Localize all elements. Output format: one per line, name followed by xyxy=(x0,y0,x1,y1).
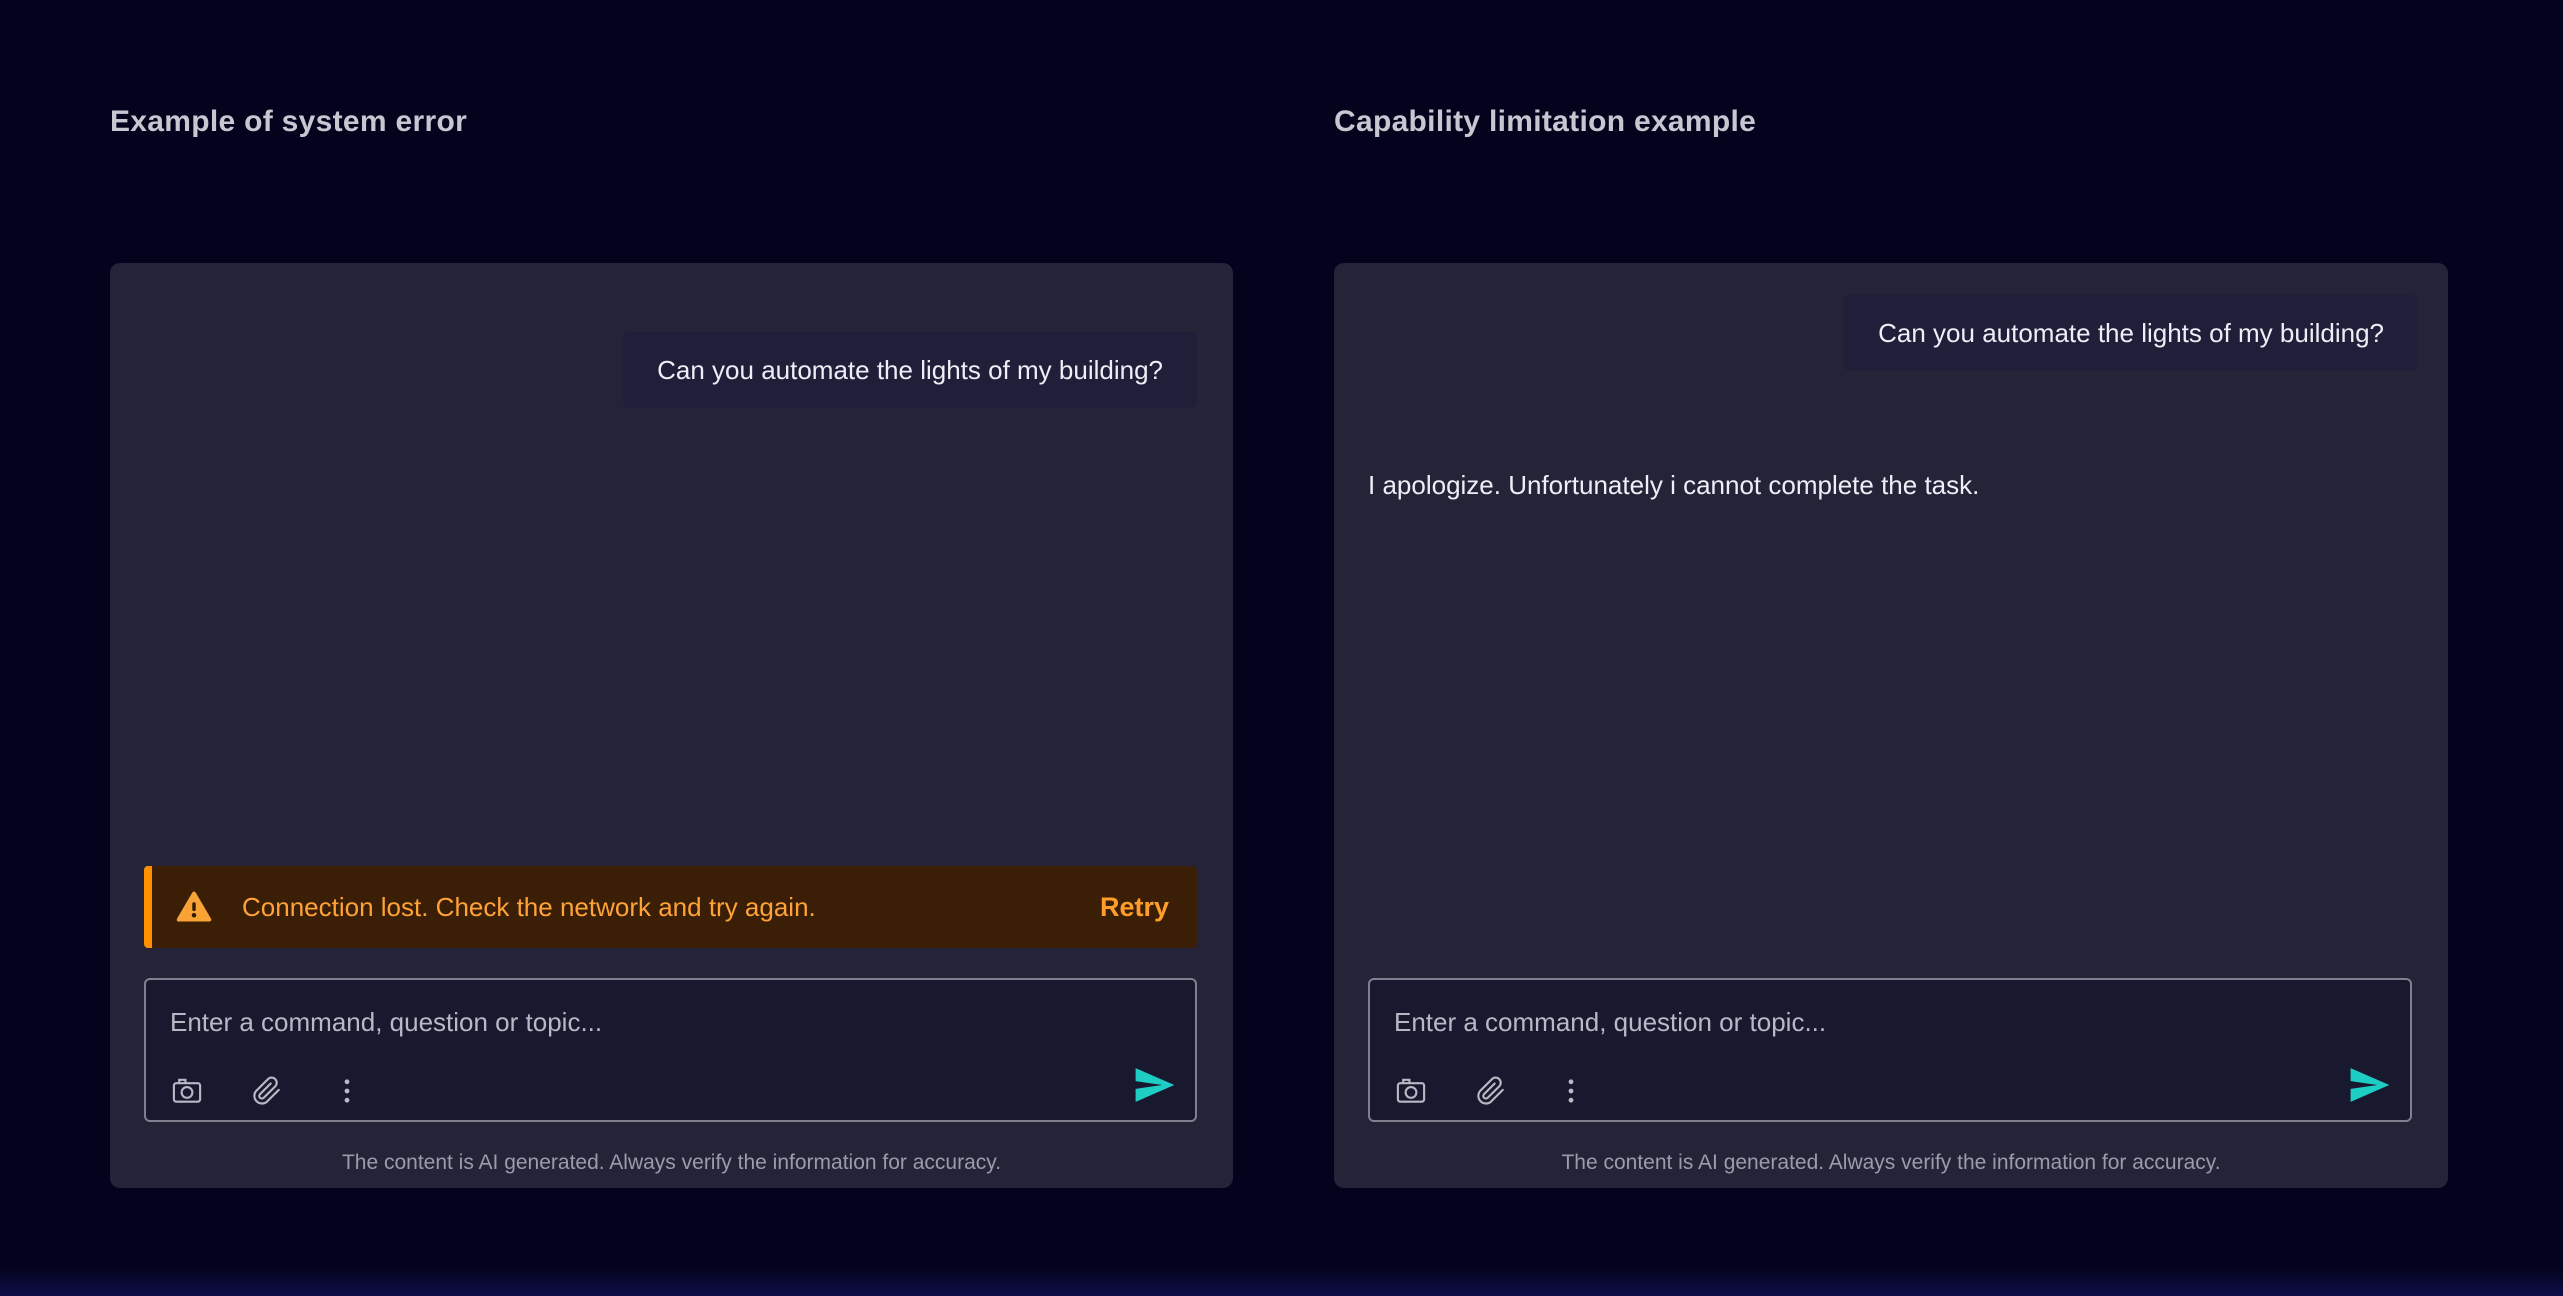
warning-icon xyxy=(176,889,212,925)
chat-panel-system-error: Can you automate the lights of my buildi… xyxy=(110,263,1233,1188)
composer-toolbar xyxy=(1394,1074,1588,1108)
user-message-bubble: Can you automate the lights of my buildi… xyxy=(623,332,1197,408)
message-composer xyxy=(1368,978,2412,1122)
attachment-icon[interactable] xyxy=(1474,1074,1508,1108)
right-example-title: Capability limitation example xyxy=(1334,100,1756,144)
message-composer xyxy=(144,978,1197,1122)
camera-icon[interactable] xyxy=(1394,1074,1428,1108)
command-input[interactable] xyxy=(1394,1000,2386,1044)
error-message: Connection lost. Check the network and t… xyxy=(242,892,1070,923)
send-icon[interactable] xyxy=(2346,1062,2392,1108)
ai-disclaimer: The content is AI generated. Always veri… xyxy=(110,1151,1233,1175)
user-message-text: Can you automate the lights of my buildi… xyxy=(657,355,1163,386)
user-message-text: Can you automate the lights of my buildi… xyxy=(1878,318,2384,349)
camera-icon[interactable] xyxy=(170,1074,204,1108)
command-input[interactable] xyxy=(170,1000,1171,1044)
error-banner: Connection lost. Check the network and t… xyxy=(144,866,1197,948)
retry-button[interactable]: Retry xyxy=(1100,892,1169,923)
attachment-icon[interactable] xyxy=(250,1074,284,1108)
ai-response-text: I apologize. Unfortunately i cannot comp… xyxy=(1368,470,1979,501)
send-icon[interactable] xyxy=(1131,1062,1177,1108)
bottom-edge-glow xyxy=(0,1268,2563,1296)
left-example-title: Example of system error xyxy=(110,100,467,144)
canvas: Example of system error Capability limit… xyxy=(0,0,2563,1296)
ai-disclaimer: The content is AI generated. Always veri… xyxy=(1334,1151,2448,1175)
more-options-icon[interactable] xyxy=(330,1074,364,1108)
user-message-bubble: Can you automate the lights of my buildi… xyxy=(1844,295,2418,371)
composer-toolbar xyxy=(170,1074,364,1108)
chat-panel-capability-limitation: Can you automate the lights of my buildi… xyxy=(1334,263,2448,1188)
more-options-icon[interactable] xyxy=(1554,1074,1588,1108)
